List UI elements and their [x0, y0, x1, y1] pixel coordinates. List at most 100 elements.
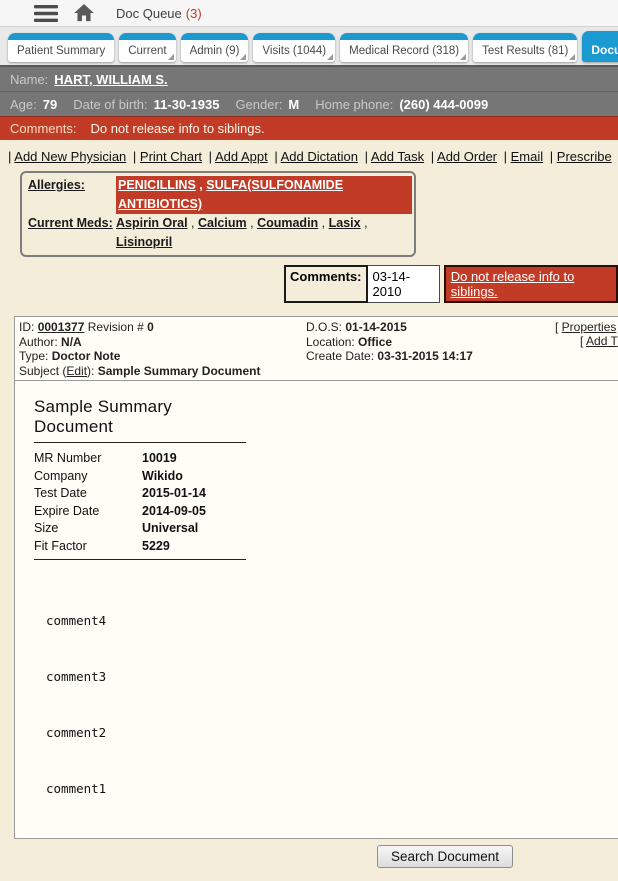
field-label: Expire Date — [34, 503, 100, 518]
field-label: Fit Factor — [34, 538, 87, 553]
field-value: 2015-01-14 — [142, 486, 206, 500]
action-link-item: Prescribe — [550, 149, 615, 164]
tab[interactable]: Visits (1044) — [253, 33, 336, 62]
doc-location-field: Location: Office — [306, 335, 618, 350]
comment-line: comment2 — [46, 725, 107, 740]
dob-value: 11-30-1935 — [153, 96, 220, 112]
action-link-item: Email — [504, 149, 547, 164]
gender-value: M — [288, 96, 300, 112]
patient-demographics-bar: Age: 79 Date of birth: 11-30-1935 Gender: M… — [0, 91, 618, 116]
tab[interactable]: Current — [119, 33, 176, 62]
comment-date-field[interactable]: 03-14-2010 — [367, 265, 440, 303]
patient-name-link[interactable]: HART, WILLIAM S. — [54, 72, 167, 87]
table-row: Fit Factor 5229 — [34, 538, 246, 556]
doc-create-field: Create Date: 03-31-2015 14:17 — [306, 349, 618, 364]
tab[interactable]: Document S — [582, 31, 618, 62]
current-meds-row: Current Meds: Aspirin Oral Calcium Couma… — [28, 214, 412, 252]
subject-close: ): — [87, 363, 95, 378]
tab-label: Admin (9) — [189, 45, 240, 57]
author-label: Author: — [19, 334, 58, 349]
tab-label: Visits (1044) — [262, 45, 327, 57]
document-title: Sample Summary Document — [34, 397, 246, 443]
table-row: MR Number 10019 — [34, 450, 246, 468]
action-link[interactable]: Email — [511, 149, 544, 164]
patient-name-bar: Name: HART, WILLIAM S. — [0, 65, 618, 91]
page-title: Doc Queue — [116, 5, 182, 21]
med-item: Lasix — [322, 216, 361, 230]
med-link[interactable]: Lasix — [329, 216, 361, 230]
med-link[interactable]: Coumadin — [257, 216, 318, 230]
comment-alert-link[interactable]: Do not release info to siblings. — [443, 265, 618, 303]
tab[interactable]: Medical Record (318) — [340, 33, 469, 62]
tab[interactable]: Patient Summary — [8, 33, 115, 62]
allergy-link[interactable]: PENICILLINS — [118, 178, 196, 192]
document-comment-lines: comment4 comment3 comment2 comment1 — [46, 572, 618, 838]
phone-label: Home phone: — [315, 96, 394, 112]
action-link[interactable]: Add Appt — [215, 149, 268, 164]
allergy-meds-box: Allergies: PENICILLINS SULFA(SULFONAMIDE… — [20, 171, 416, 257]
tab-bar: Patient Summary Current Admin (9) Visits… — [0, 27, 618, 65]
search-document-button[interactable]: Search Document — [377, 845, 514, 868]
subject-value: Sample Summary Document — [97, 363, 261, 378]
field-value: 2014-09-05 — [142, 503, 206, 518]
action-link-item: Add New Physician — [8, 149, 129, 164]
med-link[interactable]: Lisinopril — [116, 235, 172, 249]
dos-label: D.O.S: — [306, 320, 343, 334]
doc-id-field: ID: 0001377 Revision # 0 — [19, 320, 306, 335]
action-link[interactable]: Add Task — [371, 149, 424, 164]
field-label: MR Number — [34, 451, 102, 465]
action-link[interactable]: Add Order — [437, 149, 497, 164]
tab-label: Test Results (81) — [482, 45, 569, 57]
patient-comments-bar: Comments: Do not release info to sibling… — [0, 116, 618, 140]
create-date-value: 03-31-2015 14:17 — [377, 349, 473, 363]
location-value: Office — [358, 334, 393, 349]
properties-link[interactable]: Properties — [562, 320, 617, 334]
comments-bar-label: Comments: — [10, 121, 77, 136]
comments-bar-text: Do not release info to siblings. — [90, 121, 265, 136]
tab[interactable]: Test Results (81) — [473, 33, 578, 62]
subject-edit-link[interactable]: Edit — [66, 364, 87, 378]
hamburger-menu-icon[interactable] — [34, 4, 58, 22]
action-link[interactable]: Print Chart — [140, 149, 202, 164]
document-panel: ID: 0001377 Revision # 0 D.O.S: 01-14-20… — [14, 316, 618, 839]
allergy-values: PENICILLINS SULFA(SULFONAMIDE ANTIBIOTIC… — [116, 176, 412, 214]
revision-value: 0 — [147, 320, 154, 334]
tab-label: Medical Record (318) — [349, 45, 460, 57]
doc-id-link[interactable]: 0001377 — [38, 320, 85, 334]
action-link[interactable]: Prescribe — [557, 149, 612, 164]
allergy-item: PENICILLINS — [118, 178, 196, 192]
comment-line: comment4 — [46, 613, 107, 628]
action-link[interactable]: Add Dictation — [281, 149, 358, 164]
add-template-link[interactable]: Add T — [586, 334, 618, 348]
phone-value: (260) 444-0099 — [399, 96, 489, 112]
tab[interactable]: Admin (9) — [180, 33, 249, 62]
med-item: Calcium — [191, 216, 247, 230]
table-row: Test Date 2015-01-14 — [34, 485, 246, 503]
allergies-row: Allergies: PENICILLINS SULFA(SULFONAMIDE… — [28, 176, 412, 214]
type-label: Type: — [19, 349, 49, 363]
action-link-item: Add Dictation — [274, 149, 361, 164]
action-link-item: Add Appt — [209, 149, 271, 164]
doc-author-field: Author: N/A — [19, 335, 306, 350]
current-meds-label-link[interactable]: Current Meds: — [28, 214, 116, 252]
home-icon[interactable] — [74, 4, 94, 22]
action-link-item: Add Order — [431, 149, 500, 164]
allergies-label-link[interactable]: Allergies: — [28, 176, 116, 214]
action-link-item: Print Chart — [133, 149, 205, 164]
revision-label: Revision # — [87, 320, 144, 334]
gender-label: Gender: — [235, 96, 283, 112]
med-link[interactable]: Calcium — [198, 216, 247, 230]
properties-link-wrap: Properties — [555, 320, 617, 335]
action-link[interactable]: Add New Physician — [14, 149, 126, 164]
med-item: Aspirin Oral — [116, 216, 188, 230]
dos-value: 01-14-2015 — [345, 320, 407, 334]
subject-label: Subject ( — [19, 363, 67, 378]
add-template-link-wrap: Add T — [580, 334, 618, 349]
med-link[interactable]: Aspirin Oral — [116, 216, 188, 230]
age-value: 79 — [42, 96, 58, 112]
doc-subject-field: Subject (Edit): Sample Summary Document — [19, 364, 618, 379]
table-row: Size Universal — [34, 520, 246, 538]
comment-entry-row: Comments: 03-14-2010 Do not release info… — [284, 265, 618, 303]
document-viewer: Sample Summary Document MR Number 10019 … — [15, 381, 618, 838]
dob-label: Date of birth: — [73, 96, 148, 112]
